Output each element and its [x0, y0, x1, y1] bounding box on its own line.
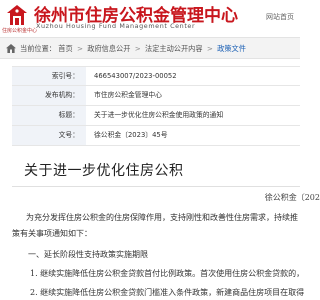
- info-value: 关于进一步优化住房公积金使用政策的通知: [94, 111, 224, 119]
- list-item: 1. 继续实施降低住房公积金贷款首付比例政策。首次使用住房公积金贷款的，: [30, 269, 305, 278]
- site-subtitle: Xuzhou Housing Fund Management Center: [36, 22, 196, 30]
- breadcrumb-trail: 当前位置： 首页 > 政府信息公开 > 法定主动公开内容 > 政策文件: [20, 44, 246, 54]
- info-row-doc-number: 文号： 徐公积金〔2023〕45号: [12, 126, 300, 146]
- home-icon: [6, 44, 16, 53]
- home-link[interactable]: 网站首页: [266, 12, 294, 22]
- breadcrumb-item-gov-info[interactable]: 政府信息公开: [87, 44, 130, 53]
- breadcrumb-item-home[interactable]: 首页: [58, 44, 72, 53]
- document-info-table: 索引号： 466543007/2023-00052 发布机构： 市住房公积金管理…: [12, 66, 300, 146]
- site-header: 住房公积金中心 徐州市住房公积金管理中心 Xuzhou Housing Fund…: [0, 0, 300, 34]
- divider: [12, 186, 300, 187]
- info-label: 标题：: [12, 106, 86, 125]
- logo-caption: 住房公积金中心: [2, 28, 38, 34]
- list-item: 2. 继续实施降低住房公积金贷款门槛准入条件政策，新建商品住房项目在取得: [30, 288, 305, 297]
- breadcrumb: 当前位置： 首页 > 政府信息公开 > 法定主动公开内容 > 政策文件: [0, 37, 300, 59]
- housing-fund-logo-icon[interactable]: [4, 3, 30, 29]
- article-title: 关于进一步优化住房公积: [24, 163, 184, 179]
- article-paragraph: 策有关事项通知如下：: [12, 229, 92, 238]
- info-label: 发布机构：: [12, 86, 86, 105]
- article-paragraph: 为充分发挥住房公积金的住房保障作用，支持刚性和改善性住房需求，持续推: [26, 213, 298, 222]
- info-label: 文号：: [12, 126, 86, 145]
- info-label: 索引号：: [12, 67, 86, 85]
- section-heading: 一、延长阶段性支持政策实施期限: [28, 250, 148, 259]
- info-row-index: 索引号： 466543007/2023-00052: [12, 66, 300, 86]
- info-row-publisher: 发布机构： 市住房公积金管理中心: [12, 86, 300, 106]
- breadcrumb-separator: >: [206, 44, 213, 53]
- breadcrumb-prefix: 当前位置：: [20, 44, 56, 53]
- breadcrumb-item-statutory[interactable]: 法定主动公开内容: [145, 44, 203, 53]
- info-row-title: 标题： 关于进一步优化住房公积金使用政策的通知: [12, 106, 300, 126]
- article-issuer: 徐公积金〔202: [264, 193, 320, 202]
- breadcrumb-separator: >: [134, 44, 141, 53]
- info-value: 市住房公积金管理中心: [94, 91, 162, 99]
- info-value: 466543007/2023-00052: [94, 72, 177, 80]
- info-value: 徐公积金〔2023〕45号: [94, 131, 168, 139]
- breadcrumb-separator: >: [76, 44, 83, 53]
- breadcrumb-item-policy-docs[interactable]: 政策文件: [217, 44, 246, 53]
